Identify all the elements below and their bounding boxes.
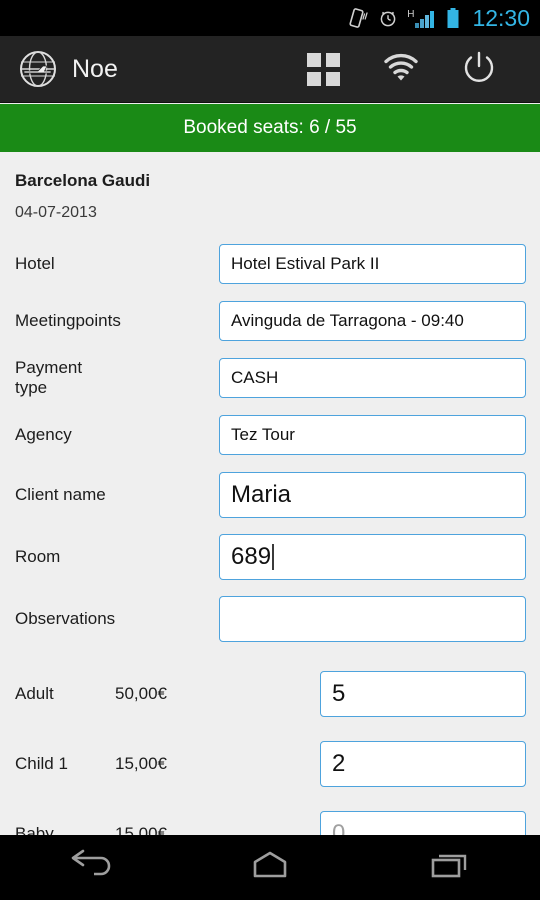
hotel-value: Hotel Estival Park II <box>231 254 380 273</box>
child-1-quantity-input[interactable]: 2 <box>320 740 526 787</box>
client-name-input[interactable]: Maria <box>219 471 526 518</box>
agency-value: Tez Tour <box>231 425 295 444</box>
signal-icon: H <box>407 8 437 28</box>
room-label: Room <box>15 546 61 566</box>
pricing-row-adult: Adult 50,00€ 5 <box>0 661 540 726</box>
trip-date: 04-07-2013 <box>15 204 97 221</box>
alarm-icon <box>378 8 398 28</box>
form-row-meetingpoints: Meetingpoints Avinguda de Tarragona - 09… <box>0 295 540 347</box>
form-row-agency: Agency Tez Tour <box>0 409 540 461</box>
network-type-label: H <box>407 9 415 20</box>
pricing-row-child-1: Child 1 15,00€ 2 <box>0 731 540 796</box>
adult-quantity-input[interactable]: 5 <box>320 670 526 717</box>
back-arrow-icon <box>63 848 117 887</box>
form-row-payment-type: Payment type CASH <box>0 352 540 404</box>
grid-view-button[interactable] <box>284 36 362 103</box>
booking-form: Barcelona Gaudi 04-07-2013 Hotel Hotel E… <box>0 152 540 835</box>
adult-quantity-value: 5 <box>332 679 346 707</box>
action-bar: Noe <box>0 36 540 103</box>
recents-icon <box>423 848 477 887</box>
booked-seats-banner: Booked seats: 6 / 55 <box>0 104 540 152</box>
trip-name: Barcelona Gaudi <box>15 171 151 190</box>
baby-price: 15,00€ <box>115 823 167 836</box>
nav-back-button[interactable] <box>30 835 150 900</box>
child-1-label: Child 1 <box>15 753 68 773</box>
hotel-label: Hotel <box>15 254 55 273</box>
child-1-quantity-value: 2 <box>332 749 346 777</box>
power-icon <box>459 47 499 92</box>
client-name-value: Maria <box>231 480 292 508</box>
text-cursor <box>272 543 275 570</box>
pricing-row-baby: Baby 15,00€ 0 <box>0 801 540 835</box>
power-logout-button[interactable] <box>440 36 518 103</box>
child-1-price: 15,00€ <box>115 753 167 773</box>
android-navigation-bar <box>0 835 540 900</box>
baby-quantity-input[interactable]: 0 <box>320 810 526 836</box>
form-row-room: Room 689 <box>0 528 540 585</box>
meetingpoints-input[interactable]: Avinguda de Tarragona - 09:40 <box>219 301 526 341</box>
form-row-observations: Observations <box>0 590 540 647</box>
adult-price: 50,00€ <box>115 683 167 703</box>
status-bar-clock: 12:30 <box>472 4 530 31</box>
status-bar: H 12:30 <box>0 0 540 36</box>
payment-type-value: CASH <box>231 368 279 387</box>
meetingpoints-value: Avinguda de Tarragona - 09:40 <box>231 311 464 330</box>
wifi-sync-button[interactable] <box>362 36 440 103</box>
agency-input[interactable]: Tez Tour <box>219 415 526 455</box>
meetingpoints-label: Meetingpoints <box>15 311 121 330</box>
grid-icon <box>306 52 340 86</box>
nav-home-button[interactable] <box>210 835 330 900</box>
globe-airplane-logo <box>18 49 58 89</box>
wifi-icon <box>381 52 421 87</box>
client-name-label: Client name <box>15 484 106 504</box>
form-row-hotel: Hotel Hotel Estival Park II <box>0 238 540 290</box>
baby-quantity-placeholder: 0 <box>332 819 346 836</box>
app-title: Noe <box>72 54 118 83</box>
phone-screen: H 12:30 Noe Booked seats: 6 / 55 Barcelo… <box>0 0 540 900</box>
payment-type-label: Payment type <box>15 358 83 397</box>
adult-label: Adult <box>15 683 54 703</box>
battery-icon <box>446 7 460 29</box>
vibrate-icon <box>349 7 369 29</box>
agency-label: Agency <box>15 425 72 444</box>
payment-type-input[interactable]: CASH <box>219 358 526 398</box>
observations-input[interactable] <box>219 595 526 642</box>
observations-label: Observations <box>15 608 116 628</box>
action-bar-buttons <box>284 36 518 103</box>
nav-recents-button[interactable] <box>390 835 510 900</box>
room-input[interactable]: 689 <box>219 533 526 580</box>
baby-label: Baby <box>15 823 54 836</box>
booked-seats-label: Booked seats: 6 / 55 <box>183 117 357 138</box>
hotel-input[interactable]: Hotel Estival Park II <box>219 244 526 284</box>
room-value: 689 <box>231 542 272 570</box>
home-icon <box>243 848 297 887</box>
form-row-client-name: Client name Maria <box>0 466 540 523</box>
